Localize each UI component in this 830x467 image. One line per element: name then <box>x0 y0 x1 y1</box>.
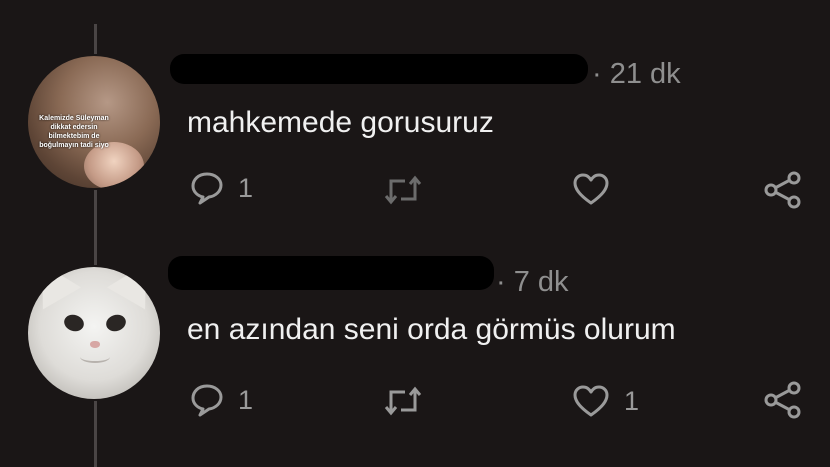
redacted-username <box>168 256 494 290</box>
cat-eye <box>104 312 128 334</box>
redacted-username <box>170 54 588 84</box>
reply-count: 1 <box>238 172 254 203</box>
cat-ear <box>28 267 82 310</box>
avatar[interactable]: Kalemizde Süleyman dikkat edersin bilmek… <box>28 56 160 188</box>
cat-ear <box>106 267 160 310</box>
tweet-text: en azından seni orda görmüs olurum <box>187 313 676 346</box>
like-icon <box>573 385 609 417</box>
reply-icon <box>191 172 223 205</box>
share-icon <box>764 381 801 419</box>
retweet-button[interactable] <box>383 173 423 207</box>
reply-icon <box>191 384 223 417</box>
share-button[interactable] <box>763 171 803 209</box>
cat-eye <box>62 312 86 334</box>
timestamp[interactable]: · 21 dk <box>592 58 681 91</box>
retweet-icon <box>384 175 422 205</box>
timestamp[interactable]: · 7 dk <box>496 266 569 299</box>
cat-mouth <box>80 351 110 363</box>
reply-button[interactable]: 1 <box>190 170 253 206</box>
like-button[interactable] <box>572 172 610 206</box>
retweet-button[interactable] <box>383 384 423 418</box>
like-icon <box>573 173 609 205</box>
reply-button[interactable]: 1 <box>190 382 253 418</box>
retweet-icon <box>384 386 422 416</box>
like-button[interactable]: 1 <box>572 384 639 418</box>
tweet-1[interactable]: Kalemizde Süleyman dikkat edersin bilmek… <box>0 0 830 230</box>
cat-nose <box>90 341 100 348</box>
avatar-caption: Kalemizde Süleyman dikkat edersin bilmek… <box>39 115 109 149</box>
like-count: 1 <box>624 385 640 416</box>
share-icon <box>764 171 801 209</box>
share-button[interactable] <box>763 381 803 419</box>
reply-count: 1 <box>238 384 254 415</box>
tweet-text: mahkemede gorusuruz <box>187 106 494 139</box>
avatar[interactable] <box>28 267 160 399</box>
